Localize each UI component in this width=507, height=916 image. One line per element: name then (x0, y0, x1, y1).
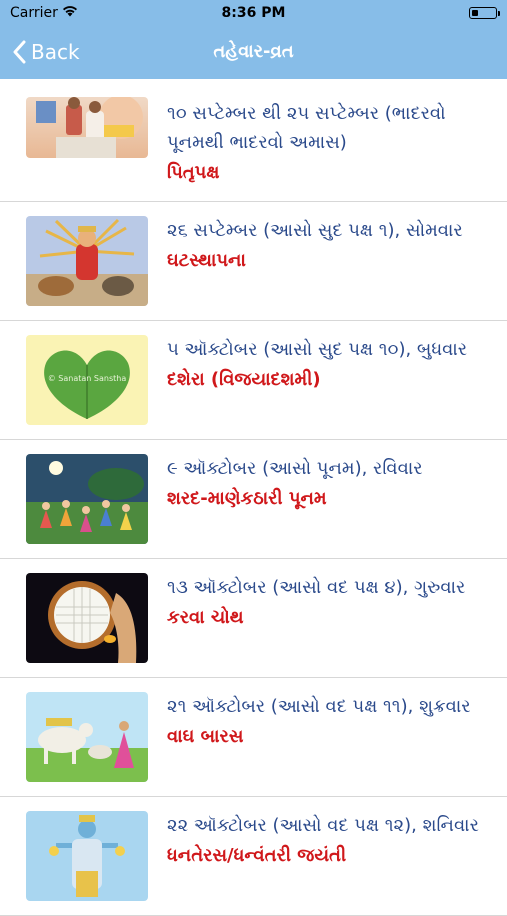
status-bar: Carrier 8:36 PM (0, 0, 507, 27)
karva-chauth-image (26, 573, 148, 663)
festival-name: વાઘ બારસ (167, 726, 244, 747)
festival-name: પિતૃપક્ષ (167, 162, 220, 183)
festival-date: ૨૬ સપ્ટેમ્બર (આસો સુદ પક્ષ ૧), સોમવાર (167, 220, 463, 241)
festival-row[interactable]: ૨૧ ઑક્ટોબર (આસો વદ પક્ષ ૧૧), શુક્રવાર વા… (0, 678, 507, 797)
clock: 8:36 PM (221, 5, 286, 21)
dussehra-leaf-image: © Sanatan Sanstha (26, 335, 148, 425)
festival-date: ૧૩ ઑક્ટોબર (આસો વદ પક્ષ ૪), ગુરુવાર (167, 577, 466, 598)
festival-row[interactable]: ૧૩ ઑક્ટોબર (આસો વદ પક્ષ ૪), ગુરુવાર કરવા… (0, 559, 507, 678)
battery-icon (469, 7, 500, 19)
festival-row[interactable]: ૨૬ સપ્ટેમ્બર (આસો સુદ પક્ષ ૧), સોમવાર ઘટ… (0, 202, 507, 321)
festival-row[interactable]: ૧૦ સપ્ટેમ્બર થી ૨૫ સપ્ટેમ્બર (ભાદરવો પૂન… (0, 97, 507, 202)
festival-date: ૧૦ સપ્ટેમ્બર થી ૨૫ સપ્ટેમ્બર (ભાદરવો પૂન… (167, 103, 446, 153)
festival-name: દશેરા (વિજયાદશમી) (167, 369, 321, 390)
navigation-bar: Back તહેવાર-વ્રત (0, 27, 507, 79)
festival-name: ધનતેરસ/ધન્વંતરી જયંતી (167, 845, 347, 866)
festival-row[interactable]: © Sanatan Sanstha ૫ ઑક્ટોબર (આસો સુદ પક્… (0, 321, 507, 440)
pitru-paksha-image (26, 97, 148, 158)
festival-row[interactable]: ૯ ઑક્ટોબર (આસો પૂનમ), રવિવાર શરદ-માણેકઠા… (0, 440, 507, 559)
festival-date: ૯ ઑક્ટોબર (આસો પૂનમ), રવિવાર (167, 458, 423, 479)
battery-level (471, 9, 478, 16)
festival-name: કરવા ચોથ (167, 607, 244, 628)
festival-list: ૧૦ સપ્ટેમ્બર થી ૨૫ સપ્ટેમ્બર (ભાદરવો પૂન… (0, 97, 507, 916)
festival-date: ૨૧ ઑક્ટોબર (આસો વદ પક્ષ ૧૧), શુક્રવાર (167, 696, 471, 717)
page-title: તહેવાર-વ્રત (213, 41, 294, 62)
festival-date: ૫ ઑક્ટોબર (આસો સુદ પક્ષ ૧૦), બુધવાર (167, 339, 468, 360)
festival-date: ૨૨ ઑક્ટોબર (આસો વદ પક્ષ ૧૨), શનિવાર (167, 815, 479, 836)
festival-row[interactable]: ૨૨ ઑક્ટોબર (આસો વદ પક્ષ ૧૨), શનિવાર ધનતે… (0, 797, 507, 916)
festival-name: શરદ-માણેકઠારી પૂનમ (167, 488, 327, 509)
dhanteras-image (26, 811, 148, 901)
watermark-text: © Sanatan Sanstha (48, 374, 127, 383)
vagh-baras-image (26, 692, 148, 782)
festival-name: ઘટસ્થાપના (167, 250, 246, 271)
sharad-purnima-image (26, 454, 148, 544)
ghatasthapana-image (26, 216, 148, 306)
